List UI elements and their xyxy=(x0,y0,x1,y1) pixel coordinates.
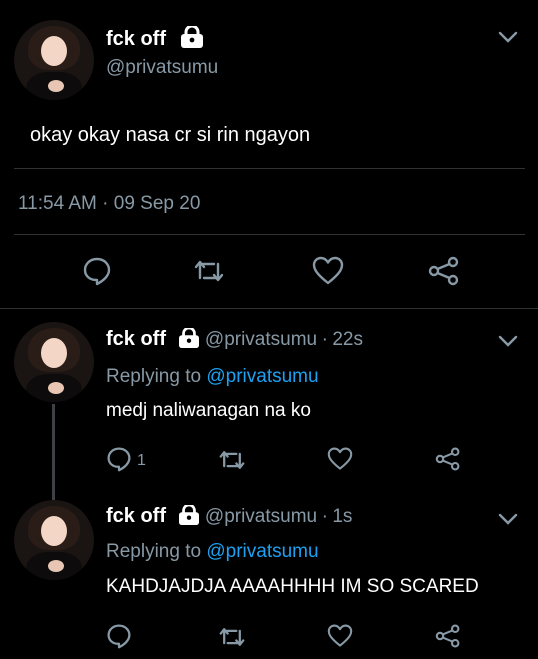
avatar[interactable] xyxy=(14,322,94,402)
reply-count: 1 xyxy=(137,452,146,469)
handle[interactable]: @privatsumu xyxy=(106,57,218,79)
retweet-icon[interactable] xyxy=(192,256,226,286)
lock-icon xyxy=(178,505,200,525)
retweet-icon[interactable] xyxy=(217,624,247,650)
divider xyxy=(14,168,525,169)
reply-icon[interactable] xyxy=(106,623,132,649)
chevron-down-icon[interactable] xyxy=(498,334,518,348)
share-icon[interactable] xyxy=(435,447,461,471)
divider xyxy=(0,308,538,309)
tweet-timestamp[interactable]: 11:54 AM · 09 Sep 20 xyxy=(18,193,200,215)
tweet-age[interactable]: 1s xyxy=(332,506,352,527)
thread-line xyxy=(52,404,55,500)
handle[interactable]: @privatsumu xyxy=(205,506,317,527)
share-icon[interactable] xyxy=(435,624,461,648)
tweet-text: KAHDJAJDJA AAAAHHHH IM SO SCARED xyxy=(106,576,479,597)
tweet-text: okay okay nasa cr si rin ngayon xyxy=(30,124,311,146)
avatar[interactable] xyxy=(14,500,94,580)
handle[interactable]: @privatsumu xyxy=(205,329,317,350)
lock-icon xyxy=(180,26,204,48)
retweet-icon[interactable] xyxy=(217,447,247,473)
reply-header: fck off @privatsumu · 1s xyxy=(106,505,353,527)
divider xyxy=(14,234,525,235)
tweet-text: medj naliwanagan na ko xyxy=(106,400,311,421)
display-name[interactable]: fck off xyxy=(106,328,166,350)
avatar[interactable] xyxy=(14,20,94,100)
reply-icon[interactable] xyxy=(82,256,112,286)
replying-to: Replying to @privatsumu xyxy=(106,366,319,387)
share-icon[interactable] xyxy=(428,256,460,286)
like-icon[interactable] xyxy=(312,256,344,286)
reply-icon[interactable] xyxy=(106,446,132,472)
chevron-down-icon[interactable] xyxy=(498,30,518,44)
mention-link[interactable]: @privatsumu xyxy=(206,366,318,387)
chevron-down-icon[interactable] xyxy=(498,512,518,526)
display-name[interactable]: fck off xyxy=(106,505,166,527)
like-icon[interactable] xyxy=(327,624,353,648)
replying-to: Replying to @privatsumu xyxy=(106,541,319,562)
tweet-age[interactable]: 22s xyxy=(332,329,363,350)
mention-link[interactable]: @privatsumu xyxy=(206,541,318,562)
display-name[interactable]: fck off xyxy=(106,26,204,51)
lock-icon xyxy=(178,328,200,348)
like-icon[interactable] xyxy=(327,447,353,471)
reply-header: fck off @privatsumu · 22s xyxy=(106,328,363,350)
